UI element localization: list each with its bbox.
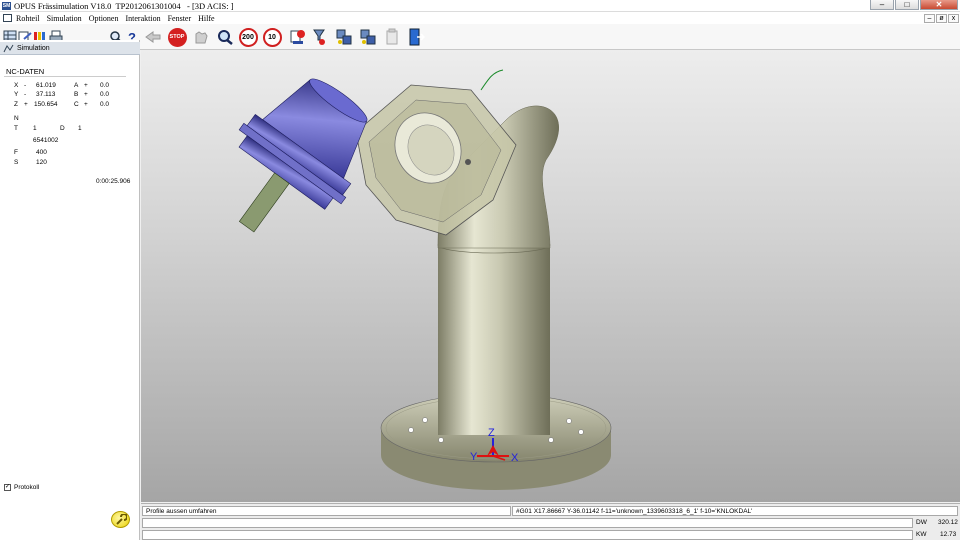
d-label: D — [60, 125, 65, 132]
collision-button[interactable] — [288, 27, 308, 47]
simulation-tab-icon — [3, 44, 14, 52]
menu-bar: Rohteil Simulation Optionen Interaktion … — [0, 12, 960, 24]
speed-limit-200-icon: 200 — [238, 27, 258, 47]
mdi-minimize-button[interactable]: – — [924, 14, 935, 23]
tab-simulation-label: Simulation — [17, 44, 50, 52]
axis-value: 0.0 — [100, 82, 110, 89]
machine-view-button[interactable] — [334, 27, 354, 47]
f-label: F — [14, 149, 18, 156]
axis-x-label: X — [511, 452, 519, 464]
speed-limit-10-icon: 10 — [262, 27, 282, 47]
speed-10-button[interactable]: 10 — [262, 27, 282, 47]
maximize-button[interactable]: □ — [895, 0, 919, 10]
d-value: 1 — [78, 125, 82, 132]
axis-value: 150.654 — [34, 101, 58, 108]
app-logo-icon: SM — [2, 1, 11, 10]
axis-sign: + — [84, 82, 88, 89]
machine-icon — [336, 29, 352, 45]
nc-data-title: NC-DATEN — [6, 67, 45, 76]
menu-interaktion[interactable]: Interaktion — [125, 14, 160, 23]
status-message: Profile aussen umfahren — [142, 506, 511, 516]
axis-sign: - — [24, 82, 27, 89]
t-value: 1 — [33, 125, 37, 132]
protokoll-checkbox[interactable]: ✓ Protokoll — [4, 484, 39, 491]
menu-rohteil[interactable]: Rohteil — [16, 14, 40, 23]
hand-stop-icon — [195, 31, 208, 44]
axis-sign: + — [84, 91, 88, 98]
dw-value: 320.12 — [938, 519, 958, 526]
exit-button[interactable] — [406, 27, 426, 47]
zoom-button[interactable] — [215, 27, 235, 47]
speed-200-button[interactable]: 200 — [238, 27, 258, 47]
nc-data-panel: Simulation NC-DATEN X - 61.019 A + 0.0 Y… — [0, 40, 140, 540]
menu-fenster[interactable]: Fenster — [168, 14, 192, 23]
kw-value: 12.73 — [940, 531, 957, 538]
kw-label: KW — [916, 531, 927, 538]
axis-value: 0.0 — [100, 101, 110, 108]
axis-label: Y — [14, 91, 19, 98]
t-label: T — [14, 125, 18, 132]
axis-label: Z — [14, 101, 18, 108]
mdi-restore-button[interactable]: ø — [936, 14, 947, 23]
zoom-lens-icon — [218, 30, 233, 45]
axis-value: 0.0 — [100, 91, 110, 98]
status-area: Profile aussen umfahren #G01 X17.86667 Y… — [141, 503, 960, 540]
document-menu-icon[interactable] — [3, 14, 12, 22]
toolbar: ? STOP 200 10 — [0, 24, 960, 50]
axis-sign: + — [84, 101, 88, 108]
mdi-close-button[interactable]: x — [948, 14, 959, 23]
status-line-2 — [142, 518, 913, 528]
axis-value: 37.113 — [36, 91, 56, 98]
nc-divider — [4, 76, 126, 77]
menu-hilfe[interactable]: Hilfe — [198, 14, 214, 23]
tool-filter-button[interactable] — [310, 27, 330, 47]
axis-label: B — [74, 91, 79, 98]
s-label: S — [14, 159, 19, 166]
tab-simulation[interactable]: Simulation — [0, 42, 140, 55]
dw-label: DW — [916, 519, 927, 526]
clipboard-button[interactable] — [382, 27, 402, 47]
menu-simulation[interactable]: Simulation — [47, 14, 82, 23]
protokoll-label: Protokoll — [14, 484, 40, 491]
collision-icon — [290, 30, 305, 44]
exit-door-icon — [409, 28, 425, 46]
tool-filter-icon — [313, 29, 325, 45]
machine-view-2-button[interactable] — [358, 27, 378, 47]
n-label: N — [14, 115, 19, 122]
rewind-button[interactable] — [143, 27, 163, 47]
elapsed-time: 0:00:25.906 — [96, 178, 131, 185]
checkbox-mark[interactable]: ✓ — [4, 484, 11, 491]
axis-value: 61.019 — [36, 82, 56, 89]
window-title: OPUS Frässimulation V18.0 TP201206130100… — [14, 0, 234, 11]
status-line-3 — [142, 530, 913, 540]
simulation-scene: Z Y X — [238, 69, 612, 490]
axis-label: X — [14, 82, 19, 89]
machine-alt-icon — [360, 29, 376, 45]
axis-sign: - — [24, 91, 27, 98]
wrench-icon — [115, 513, 127, 525]
axis-sign: + — [24, 101, 28, 108]
minimize-button[interactable]: – — [870, 0, 894, 10]
stop-sign-icon: STOP — [167, 27, 187, 47]
close-button[interactable]: ✕ — [920, 0, 958, 10]
title-bar: SM OPUS Frässimulation V18.0 TP201206130… — [0, 0, 960, 12]
axis-label: A — [74, 82, 79, 89]
tools-button[interactable] — [111, 511, 130, 528]
axis-y-label: Y — [470, 451, 478, 463]
feed-value: 400 — [36, 149, 47, 156]
spindle-value: 120 — [36, 159, 47, 166]
3d-viewport[interactable]: Z Y X — [141, 50, 960, 502]
stop-button[interactable]: STOP — [167, 27, 187, 47]
axis-label: C — [74, 101, 79, 108]
step-button[interactable] — [191, 27, 211, 47]
hand-back-icon — [145, 31, 161, 43]
clipboard-icon — [386, 28, 398, 45]
menu-optionen[interactable]: Optionen — [89, 14, 119, 23]
axis-z-label: Z — [488, 427, 495, 439]
tool-number: 6541002 — [33, 137, 59, 144]
nc-line-display: #G01 X17.86667 Y-36.01142 f-11='unknown_… — [512, 506, 958, 516]
